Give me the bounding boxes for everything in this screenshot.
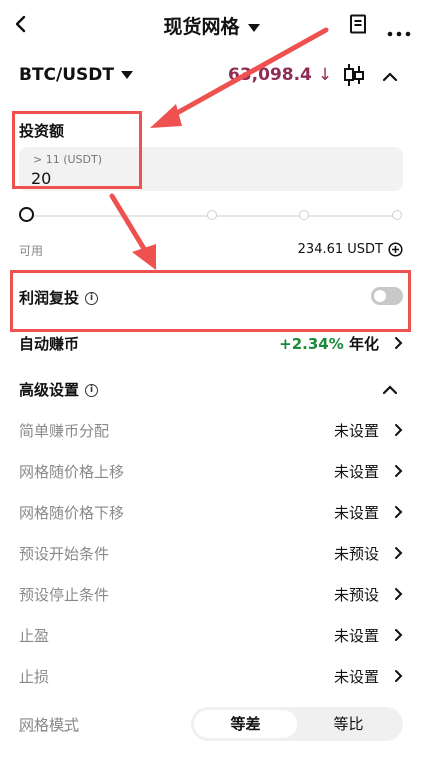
slider-tick[interactable] [392,210,402,220]
pair-name: BTC/USDT [19,65,114,85]
auto-earn-rate: +2.34% [279,335,344,353]
orders-button[interactable] [349,14,367,38]
chevron-right-icon[interactable] [394,628,403,642]
candlestick-icon [344,64,364,86]
more-icon [387,31,411,37]
grid-mode-label: 网格模式 [19,716,80,734]
advanced-setting-label: 网格随价格上移 [19,463,125,481]
info-icon[interactable]: i [85,384,99,397]
grid-mode-geometric[interactable]: 等比 [297,710,400,738]
grid-mode-arithmetic[interactable]: 等差 [194,710,297,738]
available-label: 可用 [19,244,44,258]
advanced-setting-value[interactable]: 未设置 [334,461,379,482]
advanced-setting-label: 预设停止条件 [19,586,110,604]
page-title: 现货网格 [163,16,240,38]
add-funds-button[interactable] [388,242,403,261]
advanced-setting-label: 止损 [19,668,50,686]
chevron-down-icon [121,71,133,79]
chevron-right-icon[interactable] [394,669,403,683]
chevron-right-icon[interactable] [394,546,403,560]
available-value: 234.61 USDT [297,242,383,257]
chevron-up-icon [382,72,398,82]
advanced-setting-label: 简单赚币分配 [19,422,110,440]
chevron-right-icon[interactable] [394,336,403,350]
collapse-advanced-button[interactable] [382,381,398,400]
pair-selector[interactable]: BTC/USDT [19,65,133,85]
more-button[interactable] [387,22,411,41]
plus-circle-icon [388,242,403,257]
advanced-setting-label: 网格随价格下移 [19,504,125,522]
advanced-setting-value[interactable]: 未设置 [334,625,379,646]
slider-tick[interactable] [207,210,217,220]
advanced-settings-label: 高级设置 [19,381,80,399]
price-value: 63,098.4 [228,65,312,85]
auto-earn-value[interactable]: +2.34% 年化 [279,333,379,354]
slider-tick[interactable] [299,210,309,220]
chart-button[interactable] [343,63,365,91]
chevron-right-icon[interactable] [394,464,403,478]
collapse-button[interactable] [382,68,398,87]
advanced-setting-label: 止盈 [19,627,50,645]
advanced-setting-value[interactable]: 未设置 [334,666,379,687]
auto-earn-label: 自动赚币 [19,335,80,353]
chevron-up-icon [382,385,398,395]
chevron-right-icon[interactable] [394,505,403,519]
chevron-down-icon [247,23,260,32]
advanced-setting-value[interactable]: 未设置 [334,420,379,441]
arrow-down-icon: ↓ [317,65,333,85]
slider-knob[interactable] [19,207,34,222]
auto-earn-suffix: 年化 [348,335,379,353]
advanced-settings-header[interactable]: 高级设置 i [19,379,99,400]
orders-list-icon [350,14,366,34]
advanced-setting-value[interactable]: 未预设 [334,543,379,564]
pair-price: 63,098.4 ↓ [228,65,332,85]
advanced-setting-value[interactable]: 未预设 [334,584,379,605]
advanced-setting-value[interactable]: 未设置 [334,502,379,523]
grid-mode-segmented[interactable]: 等差 等比 [191,707,403,741]
annotation-box-investment [12,111,142,189]
chevron-right-icon[interactable] [394,423,403,437]
advanced-setting-label: 预设开始条件 [19,545,110,563]
chevron-right-icon[interactable] [394,587,403,601]
annotation-box-profit-reinvest [10,270,411,332]
